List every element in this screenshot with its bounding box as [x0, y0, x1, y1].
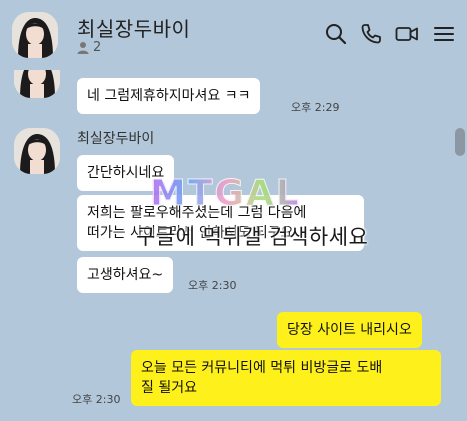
- my-message-bubble[interactable]: 당장 사이트 내리시오: [277, 312, 422, 348]
- message-list[interactable]: 네 그럼제휴하지마셔요 ㅋㅋ 오후 2:29 최실장두바이 간단하시네요 저희는…: [0, 70, 467, 421]
- message-bubble[interactable]: 네 그럼제휴하지마셔요 ㅋㅋ: [77, 78, 261, 114]
- video-call-icon[interactable]: [395, 22, 419, 46]
- phone-icon[interactable]: [359, 22, 383, 46]
- sender-name: 최실장두바이: [77, 131, 155, 147]
- person-icon: [77, 42, 89, 54]
- message-time: 오후 2:30: [72, 393, 121, 406]
- scrollbar-thumb[interactable]: [455, 128, 465, 156]
- message-time: 오후 2:30: [188, 279, 237, 292]
- menu-icon[interactable]: [432, 22, 456, 46]
- member-count[interactable]: 2: [77, 40, 101, 55]
- search-icon[interactable]: [324, 22, 348, 46]
- message-bubble[interactable]: 저희는 팔로우해주셨는데 그럼 다음에 떠가는 사이트라서 안하셔도 되구요: [77, 195, 364, 251]
- my-message-bubble[interactable]: 오늘 모든 커뮤니티에 먹튀 비방글로 도배 질 될거요: [131, 350, 441, 406]
- message-time: 오후 2:29: [291, 101, 340, 114]
- sender-avatar[interactable]: [14, 128, 60, 174]
- member-count-value: 2: [93, 40, 102, 55]
- sender-avatar[interactable]: [14, 70, 60, 98]
- message-bubble[interactable]: 고생하셔요~: [77, 257, 174, 293]
- chat-title: 최실장두바이: [77, 17, 191, 41]
- chat-avatar[interactable]: [12, 12, 58, 58]
- chat-header: 최실장두바이 2: [0, 0, 467, 70]
- message-bubble[interactable]: 간단하시네요: [77, 155, 175, 191]
